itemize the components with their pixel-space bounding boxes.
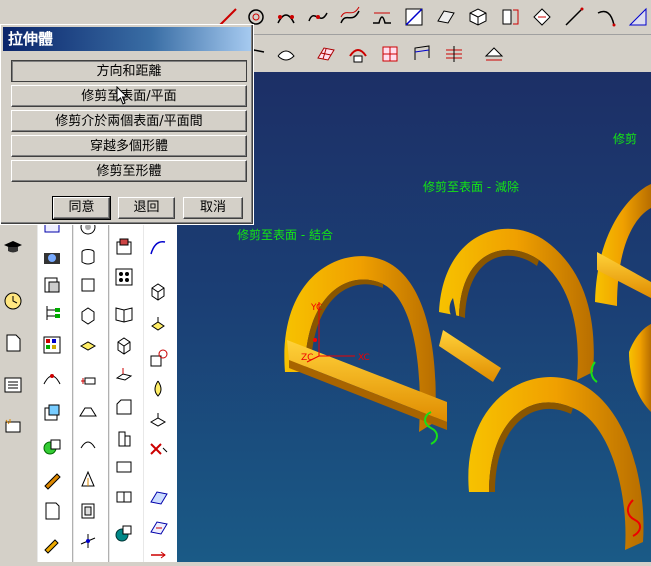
mouse-cursor-icon bbox=[116, 85, 130, 106]
rotate-icon[interactable] bbox=[147, 348, 169, 370]
option-trim-between-faces[interactable]: 修剪介於兩個表面/平面間 bbox=[11, 110, 247, 132]
shape-union-icon[interactable] bbox=[113, 522, 135, 544]
extrude-icon[interactable] bbox=[466, 5, 490, 29]
pencil-icon[interactable] bbox=[41, 468, 63, 490]
trim-icon[interactable] bbox=[530, 5, 554, 29]
secondary-toolbar bbox=[240, 36, 651, 73]
clock-icon[interactable] bbox=[2, 290, 24, 312]
blend-icon[interactable] bbox=[274, 42, 298, 66]
annotation-trim-subtract: 修剪至表面 - 減除 bbox=[423, 180, 519, 194]
ring-part-2[interactable] bbox=[439, 228, 598, 383]
boss-3d-icon[interactable] bbox=[147, 314, 169, 336]
offset-surface-icon[interactable] bbox=[482, 42, 506, 66]
through-curves-icon[interactable] bbox=[442, 42, 466, 66]
datum-icon[interactable] bbox=[626, 5, 650, 29]
section-icon[interactable] bbox=[402, 5, 426, 29]
cylinder-icon[interactable] bbox=[77, 246, 99, 268]
ok-button[interactable]: 同意 bbox=[52, 196, 111, 220]
block-icon[interactable] bbox=[77, 274, 99, 296]
axis-label-z: ZC bbox=[301, 353, 313, 363]
groove-icon[interactable] bbox=[77, 400, 99, 422]
wireframe-cube-icon[interactable] bbox=[113, 334, 135, 356]
point-on-curve-icon[interactable] bbox=[41, 366, 63, 388]
extrude-dialog: 拉伸體 方向和距離 修剪至表面/平面 修剪介於兩個表面/平面間 穿越多個形體 修… bbox=[0, 24, 254, 225]
arc-icon[interactable] bbox=[594, 5, 618, 29]
draft-icon[interactable] bbox=[77, 468, 99, 490]
cancel-button[interactable]: 取消 bbox=[183, 197, 243, 219]
offset-curve-icon[interactable] bbox=[338, 5, 362, 29]
edit-pencil-icon[interactable] bbox=[41, 532, 63, 554]
back-button[interactable]: 退回 bbox=[118, 197, 175, 219]
mesh-surface-icon[interactable] bbox=[314, 42, 338, 66]
list-icon[interactable] bbox=[2, 374, 24, 396]
grid-surface-icon[interactable] bbox=[378, 42, 402, 66]
shell-icon[interactable] bbox=[77, 500, 99, 522]
option-trim-to-body[interactable]: 修剪至形體 bbox=[11, 160, 247, 182]
delete-body-icon[interactable] bbox=[147, 440, 169, 462]
axis-label-y: YC bbox=[310, 303, 322, 313]
chamfer-icon[interactable] bbox=[113, 396, 135, 418]
color-grid-icon[interactable] bbox=[41, 334, 63, 356]
page-icon[interactable] bbox=[41, 500, 63, 522]
layer-icon[interactable] bbox=[41, 274, 63, 296]
datum-axis-icon[interactable] bbox=[147, 544, 169, 566]
thicken-icon[interactable] bbox=[113, 456, 135, 478]
tube-icon[interactable] bbox=[113, 428, 135, 450]
datum-plane-icon[interactable] bbox=[147, 516, 169, 538]
tree-icon[interactable] bbox=[41, 302, 63, 324]
ring-part-1[interactable] bbox=[284, 256, 447, 432]
split-body-icon[interactable] bbox=[113, 486, 135, 508]
swept-icon[interactable] bbox=[346, 42, 370, 66]
annotation-trim-union: 修剪至表面 - 結合 bbox=[237, 228, 333, 242]
sparkle-icon[interactable] bbox=[2, 416, 24, 438]
cube-icon[interactable] bbox=[77, 304, 99, 326]
pattern-icon[interactable] bbox=[113, 266, 135, 288]
dialog-title[interactable]: 拉伸體 bbox=[3, 27, 251, 51]
surface-icon[interactable] bbox=[434, 5, 458, 29]
boss-icon[interactable] bbox=[113, 236, 135, 258]
spline-icon[interactable] bbox=[306, 5, 330, 29]
move-icon[interactable] bbox=[147, 410, 169, 432]
bridge-curve-icon[interactable] bbox=[370, 5, 394, 29]
axis-label-x: XC bbox=[358, 353, 370, 363]
camera-icon[interactable] bbox=[41, 246, 63, 268]
document-icon[interactable] bbox=[2, 332, 24, 354]
block-feature-icon[interactable] bbox=[41, 402, 63, 424]
option-direction-distance[interactable]: 方向和距離 bbox=[11, 60, 247, 82]
boolean-icon[interactable] bbox=[41, 436, 63, 458]
ring-part-3[interactable] bbox=[468, 376, 644, 550]
extrude-body-icon[interactable] bbox=[113, 364, 135, 386]
feature-palette bbox=[35, 210, 179, 562]
slot-icon[interactable] bbox=[77, 370, 99, 392]
ruled-icon[interactable] bbox=[410, 42, 434, 66]
revolve-icon[interactable] bbox=[498, 5, 522, 29]
pad-icon[interactable] bbox=[77, 334, 99, 356]
curve-path-icon[interactable] bbox=[147, 236, 169, 258]
book-icon[interactable] bbox=[113, 302, 135, 324]
plane-icon[interactable] bbox=[147, 486, 169, 508]
graduation-cap-icon[interactable] bbox=[2, 236, 24, 258]
point-set-icon[interactable] bbox=[274, 5, 298, 29]
annotation-trim-partial: 修剪 bbox=[613, 132, 638, 146]
box-3d-icon[interactable] bbox=[147, 280, 169, 302]
drop-icon[interactable] bbox=[147, 378, 169, 400]
left-toolbar bbox=[0, 210, 36, 562]
axis-icon[interactable] bbox=[77, 530, 99, 552]
face-blend-icon[interactable] bbox=[77, 432, 99, 454]
line-icon[interactable] bbox=[562, 5, 586, 29]
option-through-bodies[interactable]: 穿越多個形體 bbox=[11, 135, 247, 157]
